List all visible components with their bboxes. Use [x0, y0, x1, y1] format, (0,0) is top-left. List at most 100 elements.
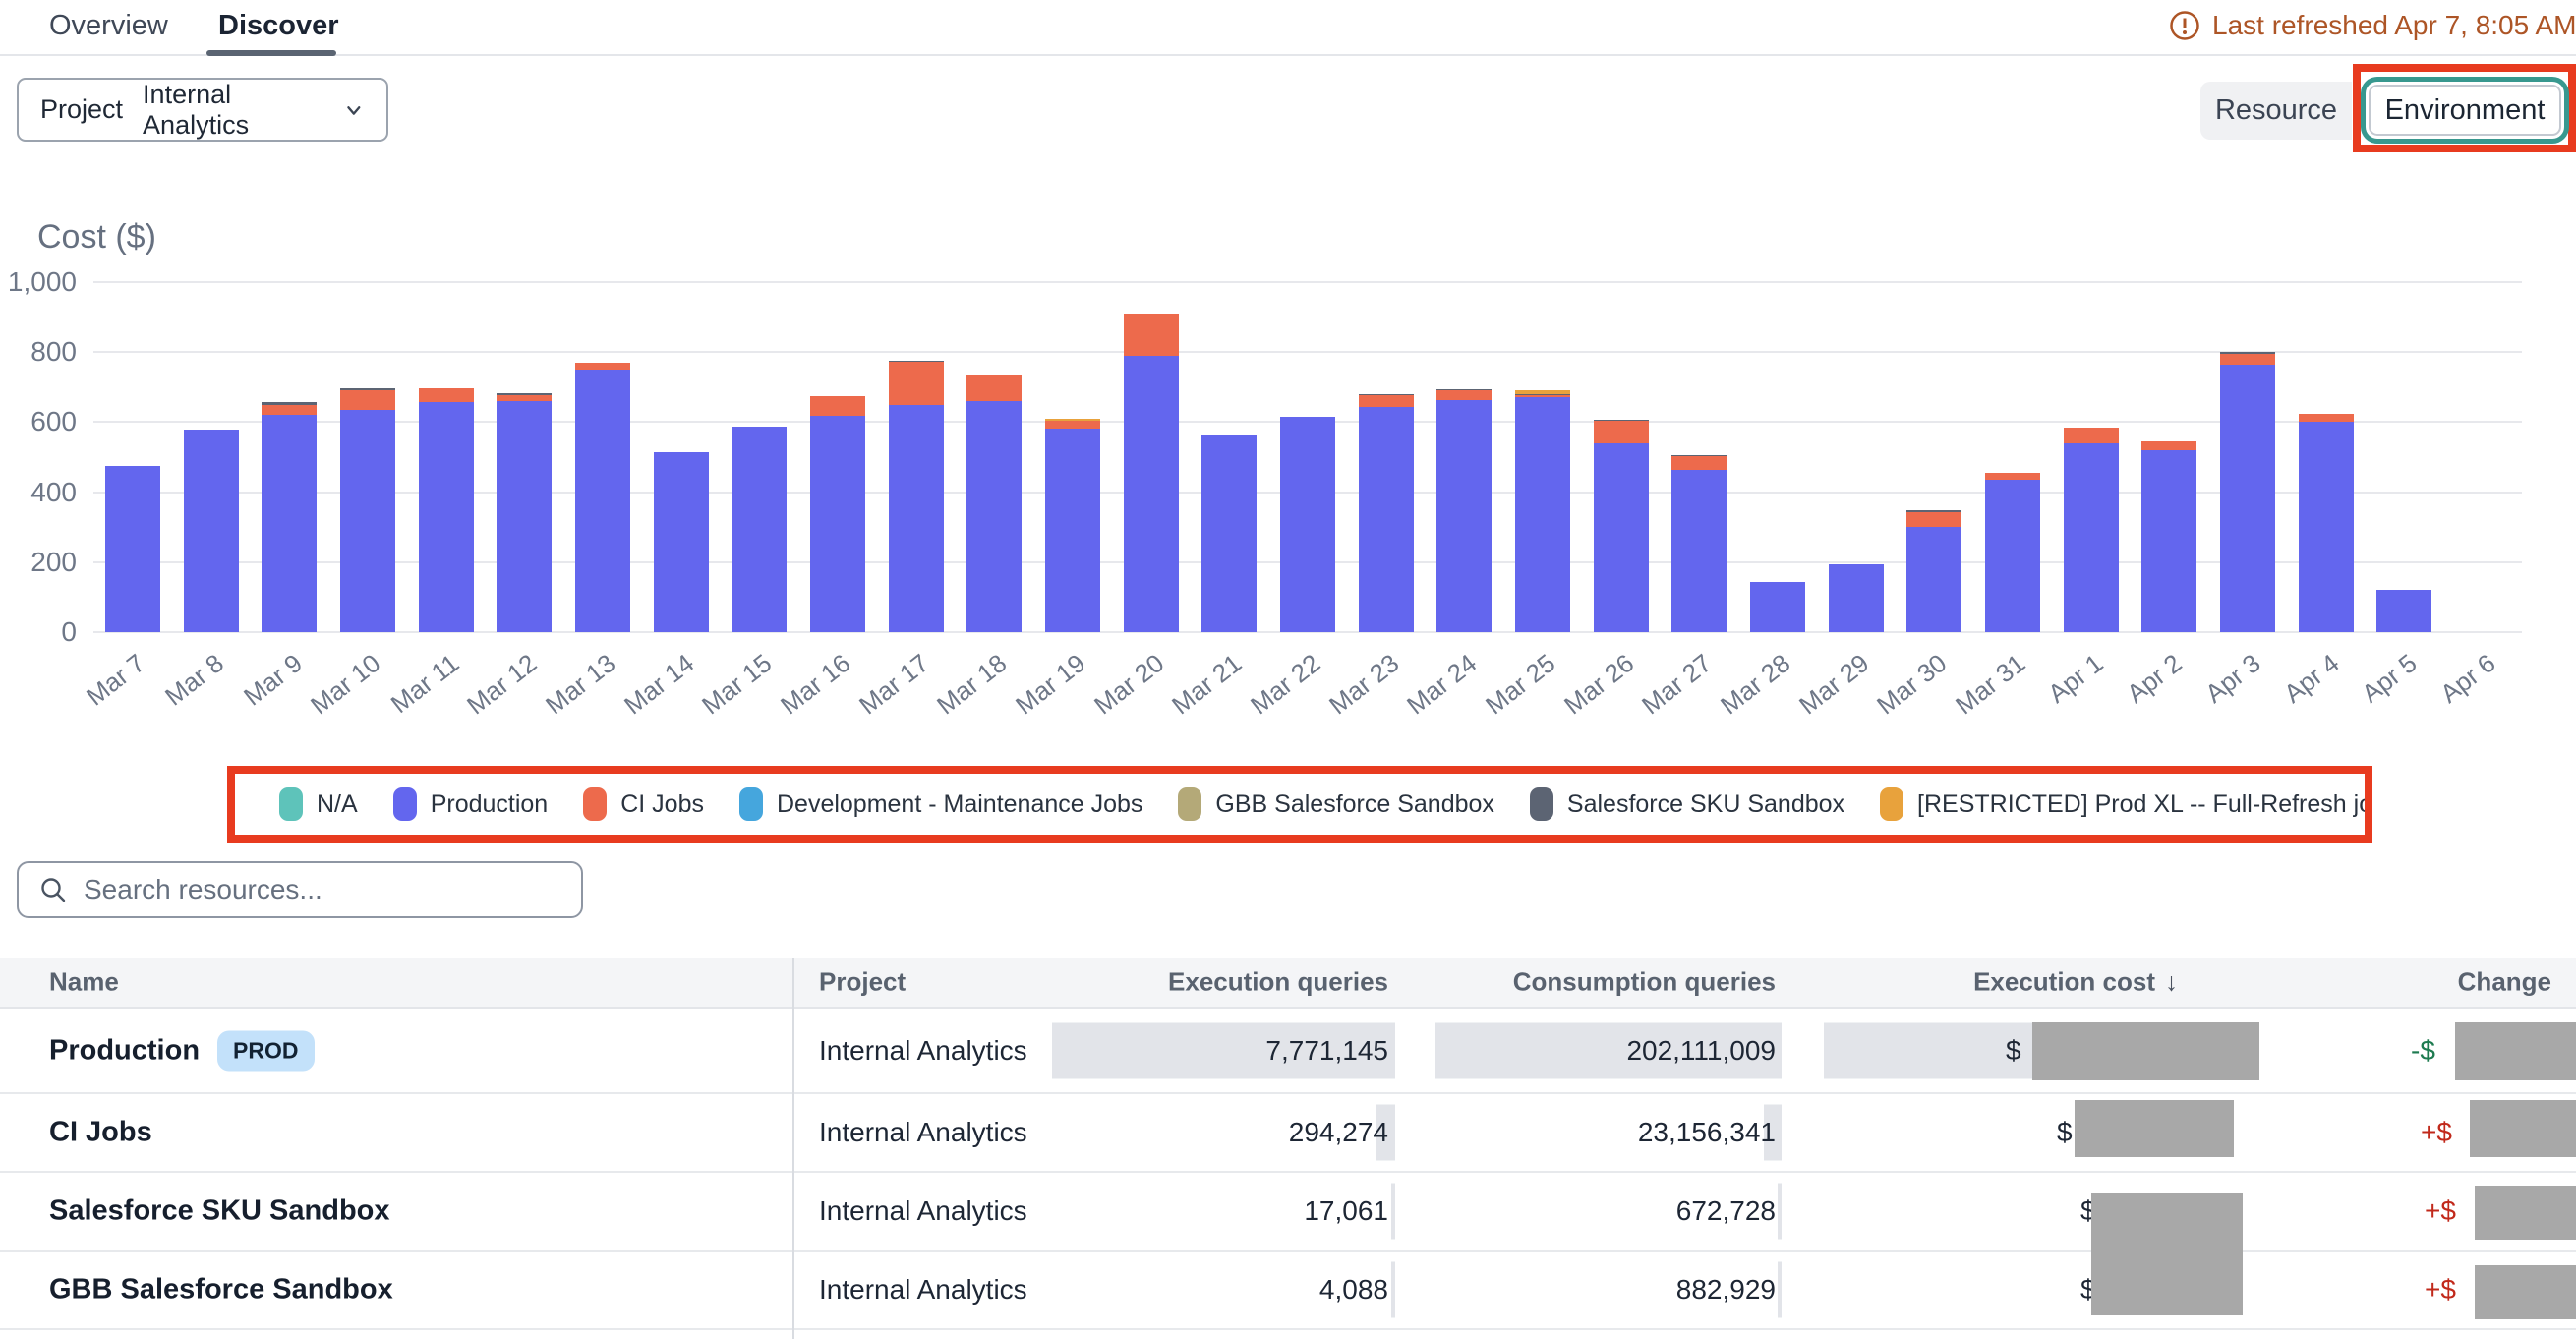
bar-segment[interactable]: [340, 390, 395, 410]
legend-item[interactable]: Production: [393, 787, 549, 821]
bar-segment[interactable]: [1985, 473, 2040, 480]
bar-segment[interactable]: [966, 375, 1022, 401]
bar-segment[interactable]: [2220, 354, 2275, 366]
bar-segment[interactable]: [262, 415, 317, 632]
bar-segment[interactable]: [575, 370, 630, 632]
bar-segment[interactable]: [1671, 470, 1727, 632]
bar-mar-12[interactable]: [497, 393, 552, 632]
bar-mar-20[interactable]: [1124, 314, 1179, 632]
bar-segment[interactable]: [1280, 417, 1335, 632]
table-row[interactable]: Production PROD Internal Analytics 7,771…: [0, 1009, 2576, 1094]
bar-segment[interactable]: [2299, 422, 2354, 632]
bar-mar-28[interactable]: [1750, 582, 1805, 632]
resource-search[interactable]: [17, 861, 583, 918]
search-input[interactable]: [84, 874, 561, 905]
bar-segment[interactable]: [1750, 582, 1805, 632]
bar-mar-23[interactable]: [1359, 394, 1414, 632]
bar-apr-1[interactable]: [2064, 428, 2119, 632]
tab-overview[interactable]: Overview: [49, 10, 168, 42]
sort-descending-icon[interactable]: ↓: [2165, 967, 2178, 997]
bar-segment[interactable]: [497, 401, 552, 632]
bar-mar-18[interactable]: [966, 375, 1022, 632]
bar-mar-31[interactable]: [1985, 473, 2040, 632]
column-header-change[interactable]: Change: [2458, 967, 2551, 998]
bar-segment[interactable]: [2299, 414, 2354, 423]
bar-segment[interactable]: [1436, 400, 1492, 632]
bar-mar-25[interactable]: [1515, 390, 1570, 632]
legend-item[interactable]: N/A: [279, 787, 358, 821]
group-by-environment-button[interactable]: Environment: [2369, 85, 2561, 136]
bar-mar-22[interactable]: [1280, 417, 1335, 632]
bar-apr-5[interactable]: [2376, 590, 2431, 632]
bar-mar-27[interactable]: [1671, 455, 1727, 632]
bar-apr-2[interactable]: [2141, 441, 2196, 632]
resource-name[interactable]: Salesforce SKU Sandbox: [49, 1195, 390, 1228]
project-filter-dropdown[interactable]: Project Internal Analytics: [17, 78, 388, 142]
bar-mar-17[interactable]: [889, 361, 944, 632]
resource-name[interactable]: CI Jobs: [49, 1117, 152, 1149]
column-header-name[interactable]: Name: [49, 967, 119, 998]
bar-segment[interactable]: [1436, 390, 1492, 399]
bar-mar-9[interactable]: [262, 402, 317, 632]
bar-mar-29[interactable]: [1829, 564, 1884, 632]
resource-name[interactable]: Production PROD: [49, 1030, 315, 1071]
bar-segment[interactable]: [1515, 397, 1570, 632]
bar-segment[interactable]: [1359, 407, 1414, 632]
column-header-project[interactable]: Project: [819, 967, 906, 998]
bar-segment[interactable]: [419, 402, 474, 632]
bar-segment[interactable]: [1985, 480, 2040, 632]
bar-mar-16[interactable]: [810, 396, 865, 632]
legend-item[interactable]: GBB Salesforce Sandbox: [1178, 787, 1494, 821]
bar-mar-26[interactable]: [1594, 420, 1649, 632]
bar-segment[interactable]: [2141, 450, 2196, 632]
bar-mar-8[interactable]: [184, 430, 239, 632]
legend-item[interactable]: [RESTRICTED] Prod XL -- Full-Refresh job…: [1880, 787, 2372, 821]
bar-segment[interactable]: [419, 388, 474, 403]
resource-name[interactable]: GBB Salesforce Sandbox: [49, 1274, 393, 1307]
bar-apr-3[interactable]: [2220, 352, 2275, 632]
legend-item[interactable]: Development - Maintenance Jobs: [739, 787, 1142, 821]
bar-segment[interactable]: [2141, 441, 2196, 450]
bar-apr-4[interactable]: [2299, 414, 2354, 632]
group-by-resource-button[interactable]: Resource: [2200, 82, 2352, 140]
bar-segment[interactable]: [2220, 365, 2275, 632]
bar-segment[interactable]: [1829, 564, 1884, 632]
column-header-execution-cost[interactable]: Execution cost↓: [1973, 967, 2178, 998]
bar-mar-15[interactable]: [732, 427, 787, 632]
bar-segment[interactable]: [2376, 590, 2431, 632]
table-row[interactable]: CI Jobs Internal Analytics 294,274 23,15…: [0, 1094, 2576, 1173]
bar-segment[interactable]: [1906, 527, 1961, 632]
bar-mar-30[interactable]: [1906, 510, 1961, 632]
column-header-consumption-queries[interactable]: Consumption queries: [1513, 967, 1776, 998]
bar-segment[interactable]: [889, 405, 944, 632]
bar-segment[interactable]: [654, 452, 709, 632]
bar-segment[interactable]: [966, 401, 1022, 632]
bar-segment[interactable]: [1124, 314, 1179, 356]
bar-segment[interactable]: [810, 396, 865, 417]
bar-segment[interactable]: [1045, 421, 1100, 429]
bar-segment[interactable]: [1594, 421, 1649, 442]
bar-segment[interactable]: [2064, 428, 2119, 442]
bar-segment[interactable]: [2064, 443, 2119, 632]
bar-segment[interactable]: [1906, 512, 1961, 528]
bar-segment[interactable]: [732, 427, 787, 632]
bar-mar-10[interactable]: [340, 388, 395, 632]
column-header-execution-queries[interactable]: Execution queries: [1168, 967, 1388, 998]
bar-segment[interactable]: [889, 362, 944, 405]
bar-segment[interactable]: [1359, 395, 1414, 407]
bar-segment[interactable]: [105, 466, 160, 632]
bar-segment[interactable]: [810, 416, 865, 632]
bar-mar-21[interactable]: [1201, 435, 1257, 632]
bar-mar-7[interactable]: [105, 466, 160, 632]
bar-segment[interactable]: [1671, 456, 1727, 470]
tab-discover[interactable]: Discover: [218, 10, 339, 42]
bar-segment[interactable]: [1045, 429, 1100, 632]
bar-mar-11[interactable]: [419, 388, 474, 632]
bar-mar-14[interactable]: [654, 452, 709, 632]
legend-item[interactable]: CI Jobs: [583, 787, 704, 821]
bar-mar-13[interactable]: [575, 363, 630, 632]
bar-mar-24[interactable]: [1436, 389, 1492, 632]
bar-segment[interactable]: [184, 430, 239, 632]
bar-segment[interactable]: [340, 410, 395, 632]
bar-segment[interactable]: [262, 405, 317, 416]
